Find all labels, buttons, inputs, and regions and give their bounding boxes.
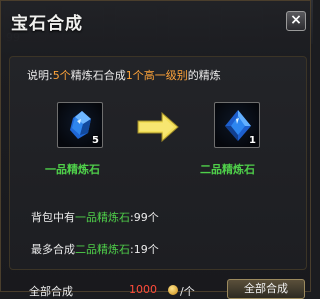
result-item-quantity: 1 [249, 135, 256, 146]
window-title: 宝石合成 [11, 14, 83, 34]
result-item-name: 二品精炼石 [200, 163, 255, 176]
cost-amount: 1000 [129, 283, 157, 296]
arrow-right-icon [137, 111, 179, 143]
result-item-slot[interactable]: 1 [214, 102, 260, 148]
source-item-name: 一品精炼石 [45, 163, 100, 176]
footer-label: 全部合成 [29, 285, 73, 298]
cost-unit: /个 [180, 285, 195, 298]
source-item-slot[interactable]: 5 [57, 102, 103, 148]
description-text: 说明:5个精炼石合成1个高一级别的精炼 [27, 69, 221, 82]
gem-synthesis-window: 宝石合成 × 说明:5个精炼石合成1个高一级别的精炼 5 1 一品精炼石 二品精… [0, 0, 311, 299]
owned-count-text: 背包中有一品精炼石:99个 [31, 211, 159, 224]
coin-icon [168, 285, 178, 295]
close-icon: × [290, 12, 302, 28]
source-item-quantity: 5 [92, 135, 99, 146]
close-button[interactable]: × [286, 11, 306, 31]
max-synthesis-text: 最多合成二品精炼石:19个 [31, 243, 159, 256]
synthesize-all-button[interactable]: 全部合成 [227, 279, 305, 299]
